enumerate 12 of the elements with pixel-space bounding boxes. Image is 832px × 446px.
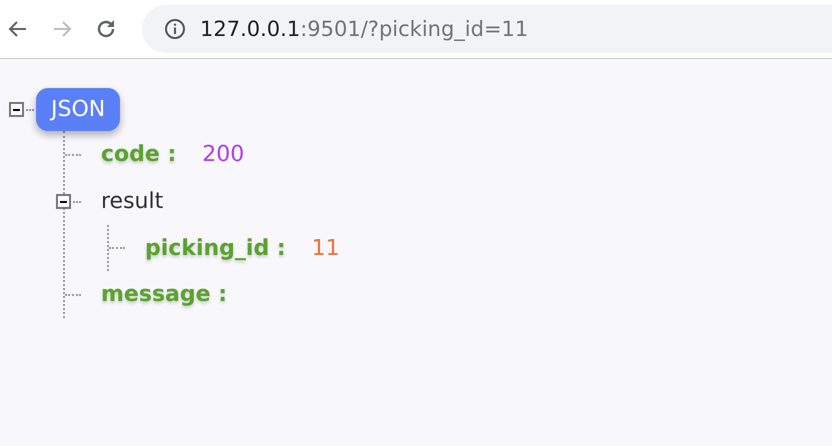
json-value: 11	[312, 236, 340, 260]
json-key: result	[101, 189, 164, 214]
json-key: code :	[101, 142, 176, 167]
address-bar[interactable]: 127.0.0.1:9501/?picking_id=11	[142, 5, 832, 53]
root-badge: JSON	[36, 88, 120, 131]
json-key: message :	[101, 282, 228, 307]
info-icon[interactable]	[164, 18, 186, 40]
collapse-toggle[interactable]	[56, 194, 71, 209]
url-text: 127.0.0.1:9501/?picking_id=11	[200, 17, 528, 41]
json-value: 200	[202, 142, 244, 167]
json-key: picking_id :	[145, 236, 286, 260]
collapse-toggle[interactable]	[9, 102, 24, 117]
